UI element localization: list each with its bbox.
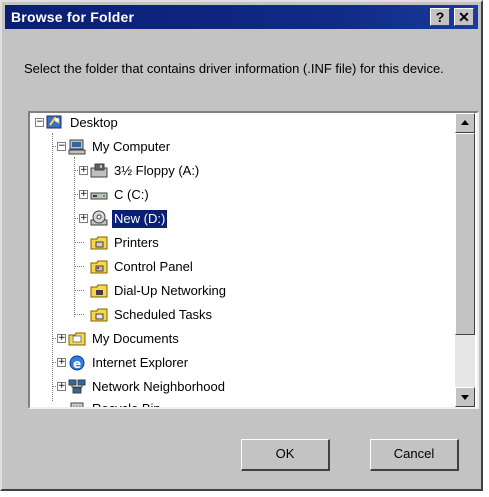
recycle-bin-icon <box>70 402 84 407</box>
down-arrow-icon <box>461 395 469 400</box>
folder-tree[interactable]: − − + + + + + + Desktop My Computer 3½ F… <box>28 111 479 409</box>
help-button[interactable]: ? <box>430 8 450 26</box>
collapse-my-computer-expander[interactable]: − <box>57 142 66 151</box>
tree-item-scheduled-tasks[interactable]: Scheduled Tasks <box>112 306 214 324</box>
ok-button[interactable]: OK <box>241 439 330 471</box>
expand-d-drive-expander[interactable]: + <box>79 214 88 223</box>
tree-item-recycle-bin[interactable]: Recycle Bin <box>90 400 163 407</box>
expand-c-drive-expander[interactable]: + <box>79 190 88 199</box>
tree-line <box>74 242 84 243</box>
tree-item-floppy[interactable]: 3½ Floppy (A:) <box>112 162 201 180</box>
tree-item-printers[interactable]: Printers <box>112 234 161 252</box>
scroll-down-button[interactable] <box>455 387 475 407</box>
hard-drive-icon <box>90 192 108 200</box>
tree-line <box>74 290 84 291</box>
folder-icon <box>68 332 86 346</box>
instruction-text: Select the folder that contains driver i… <box>24 61 444 76</box>
browse-for-folder-dialog: Browse for Folder ? ✕ Select the folder … <box>0 0 483 491</box>
tree-item-desktop[interactable]: Desktop <box>68 114 120 132</box>
tree-item-control-panel[interactable]: Control Panel <box>112 258 195 276</box>
scroll-up-button[interactable] <box>455 113 475 133</box>
computer-icon <box>68 139 86 155</box>
desktop-icon <box>46 115 62 129</box>
cancel-button[interactable]: Cancel <box>370 439 459 471</box>
floppy-icon <box>90 163 108 178</box>
scheduled-tasks-folder-icon <box>90 308 108 322</box>
close-button[interactable]: ✕ <box>454 8 474 26</box>
vertical-scrollbar[interactable] <box>455 113 475 407</box>
tree-item-my-computer[interactable]: My Computer <box>90 138 172 156</box>
dialup-folder-icon <box>90 284 108 298</box>
cdrom-icon <box>90 210 108 226</box>
expand-internet-explorer-expander[interactable]: + <box>57 358 66 367</box>
tree-line <box>74 314 84 315</box>
expand-network-expander[interactable]: + <box>57 382 66 391</box>
network-icon <box>68 379 86 394</box>
svg-text:e: e <box>73 357 81 371</box>
tree-item-internet-explorer[interactable]: Internet Explorer <box>90 354 190 372</box>
tree-item-d-drive[interactable]: New (D:) <box>110 209 169 229</box>
control-panel-folder-icon <box>90 260 108 274</box>
tree-line <box>52 133 53 401</box>
tree-item-my-documents[interactable]: My Documents <box>90 330 181 348</box>
title-bar[interactable]: Browse for Folder ? ✕ <box>5 5 478 29</box>
scroll-thumb[interactable] <box>455 133 475 335</box>
window-title: Browse for Folder <box>11 9 135 25</box>
printers-folder-icon <box>90 236 108 250</box>
up-arrow-icon <box>461 120 469 125</box>
tree-view: − − + + + + + + Desktop My Computer 3½ F… <box>30 113 455 407</box>
tree-item-c-drive[interactable]: C (C:) <box>112 186 151 204</box>
expand-floppy-expander[interactable]: + <box>79 166 88 175</box>
expand-my-documents-expander[interactable]: + <box>57 334 66 343</box>
collapse-desktop-expander[interactable]: − <box>35 118 44 127</box>
tree-line <box>74 157 75 317</box>
tree-line <box>74 266 84 267</box>
tree-item-dialup-networking[interactable]: Dial-Up Networking <box>112 282 228 300</box>
tree-item-network-neighborhood[interactable]: Network Neighborhood <box>90 378 227 396</box>
internet-explorer-icon: e <box>69 355 85 371</box>
